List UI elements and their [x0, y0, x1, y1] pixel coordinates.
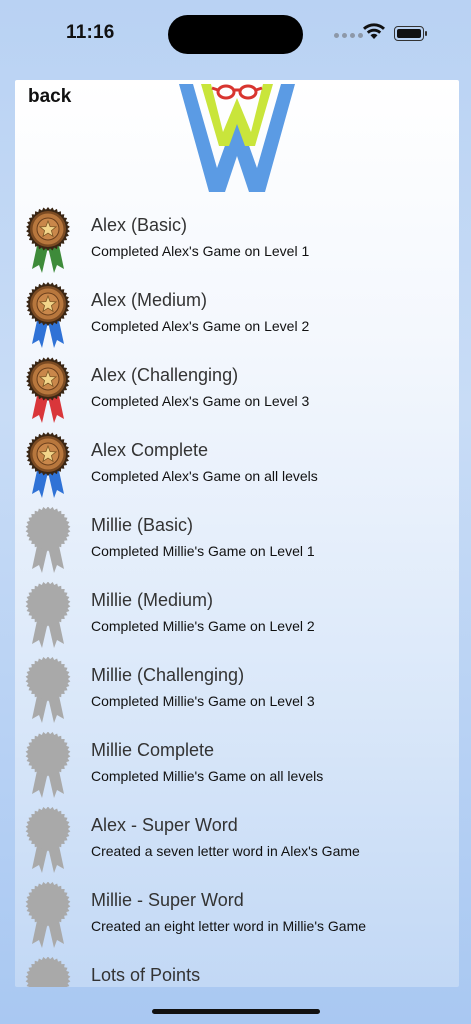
achievement-title: Millie Complete [91, 740, 215, 760]
locked-medal-icon [25, 807, 71, 873]
achievement-title: Millie - Super Word [91, 890, 244, 910]
achievement-title: Alex (Challenging) [91, 365, 239, 385]
achievement-description: Completed Millie's Game on all levels [91, 768, 324, 784]
achievement-row: Millie (Medium) Completed Millie's Game o… [15, 580, 459, 655]
achievement-list: Alex (Basic) Completed Alex's Game on Lev… [15, 205, 459, 987]
achievement-row: Alex - Super Word Created a seven letter … [15, 805, 459, 880]
bronze-medal-icon [26, 207, 70, 273]
achievement-description: Completed Millie's Game on Level 1 [91, 543, 315, 559]
achievement-row: Alex (Medium) Completed Alex's Game on Le… [15, 280, 459, 355]
achievement-title: Alex Complete [91, 440, 209, 460]
achievements-panel: back Alex (Basic) Completed Alex's Game o… [15, 80, 459, 987]
achievement-row: Alex (Challenging) Completed Alex's Game … [15, 355, 459, 430]
home-indicator [152, 1009, 320, 1014]
locked-medal-icon [25, 657, 71, 723]
dynamic-island [168, 15, 303, 54]
achievement-row: Alex Complete Completed Alex's Game on al… [15, 430, 459, 505]
achievement-row: Millie Complete Completed Millie's Game o… [15, 730, 459, 805]
achievement-description: Created a seven letter word in Alex's Ga… [91, 843, 360, 859]
battery-icon [394, 26, 427, 41]
achievement-description: Completed Millie's Game on Level 2 [91, 618, 315, 634]
achievement-row: Millie (Challenging) Completed Millie's G… [15, 655, 459, 730]
bronze-medal-icon [26, 282, 70, 348]
locked-medal-icon [25, 582, 71, 648]
status-bar: 11:16 [0, 0, 471, 70]
achievement-description: Completed Millie's Game on Level 3 [91, 693, 315, 709]
achievement-title: Millie (Medium) [91, 590, 214, 610]
achievement-title: Alex - Super Word [91, 815, 238, 835]
wifi-icon [363, 23, 385, 39]
achievement-title: Lots of Points [91, 965, 201, 985]
achievement-description: Completed Alex's Game on Level 2 [91, 318, 310, 334]
achievement-title: Millie (Basic) [91, 515, 194, 535]
back-button[interactable]: back [28, 86, 71, 108]
locked-medal-icon [25, 882, 71, 948]
achievement-description: Completed Alex's Game on all levels [91, 468, 318, 484]
achievement-title: Millie (Challenging) [91, 665, 245, 685]
locked-medal-icon [25, 507, 71, 573]
achievement-description: Completed Alex's Game on Level 3 [91, 393, 310, 409]
status-time: 11:16 [66, 22, 115, 43]
locked-medal-icon [25, 957, 71, 987]
achievement-description: Created an eight letter word in Millie's… [91, 918, 367, 934]
achievement-title: Alex (Basic) [91, 215, 188, 235]
achievement-description: Completed Alex's Game on Level 1 [91, 243, 310, 259]
achievement-row: Lots of Points [15, 955, 459, 987]
bronze-medal-icon [26, 357, 70, 423]
locked-medal-icon [25, 732, 71, 798]
achievement-row: Alex (Basic) Completed Alex's Game on Lev… [15, 205, 459, 280]
achievement-row: Millie - Super Word Created an eight lett… [15, 880, 459, 955]
achievement-row: Millie (Basic) Completed Millie's Game on… [15, 505, 459, 580]
w-glasses-logo [179, 84, 295, 192]
achievement-title: Alex (Medium) [91, 290, 208, 310]
bronze-medal-icon [26, 432, 70, 498]
signal-dots-icon [334, 33, 363, 38]
